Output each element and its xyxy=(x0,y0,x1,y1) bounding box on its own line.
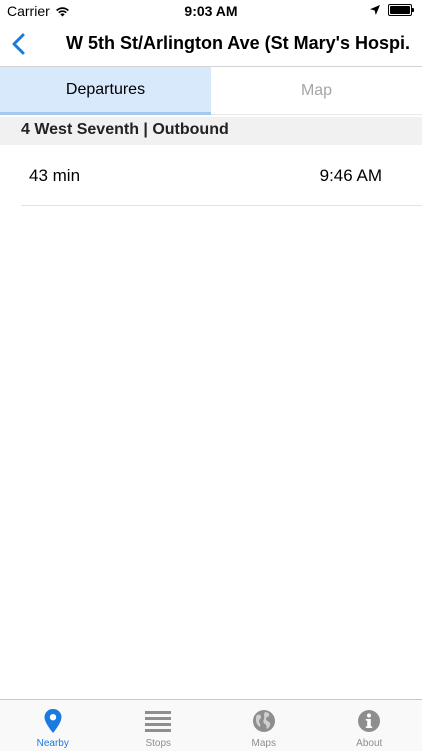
departure-countdown: 43 min xyxy=(29,166,80,186)
globe-icon xyxy=(251,708,277,734)
back-button[interactable] xyxy=(8,30,32,58)
tab-map[interactable]: Map xyxy=(211,67,422,115)
info-icon xyxy=(356,708,382,734)
tab-bar-item-about[interactable]: About xyxy=(317,700,422,751)
tab-bar-label-about: About xyxy=(356,738,382,749)
route-section-header: 4 West Seventh | Outbound xyxy=(0,117,422,145)
tab-bar-label-stops: Stops xyxy=(145,738,171,749)
departure-row[interactable]: 43 min 9:46 AM xyxy=(21,147,422,206)
location-pin-icon xyxy=(40,708,66,734)
tab-departures[interactable]: Departures xyxy=(0,67,211,115)
chevron-left-icon xyxy=(8,30,32,58)
departure-time: 9:46 AM xyxy=(320,166,382,186)
route-title: 4 West Seventh | Outbound xyxy=(21,121,229,139)
tab-bar-item-nearby[interactable]: Nearby xyxy=(0,700,106,751)
tab-bar-item-maps[interactable]: Maps xyxy=(211,700,317,751)
battery-icon xyxy=(388,4,412,16)
status-time: 9:03 AM xyxy=(0,3,422,19)
tab-bar-item-stops[interactable]: Stops xyxy=(106,700,212,751)
navigation-bar: W 5th St/Arlington Ave (St Mary's Hospi.… xyxy=(0,22,422,67)
segment-tabs: Departures Map xyxy=(0,67,422,115)
tab-bar-label-maps: Maps xyxy=(252,738,276,749)
list-icon xyxy=(145,708,171,734)
status-right xyxy=(370,4,412,16)
page-title: W 5th St/Arlington Ave (St Mary's Hospi.… xyxy=(66,33,410,54)
tab-bar: Nearby Stops Maps xyxy=(0,699,422,751)
location-arrow-icon xyxy=(370,5,380,15)
tab-bar-label-nearby: Nearby xyxy=(37,738,69,749)
status-bar: Carrier 9:03 AM xyxy=(0,0,422,22)
